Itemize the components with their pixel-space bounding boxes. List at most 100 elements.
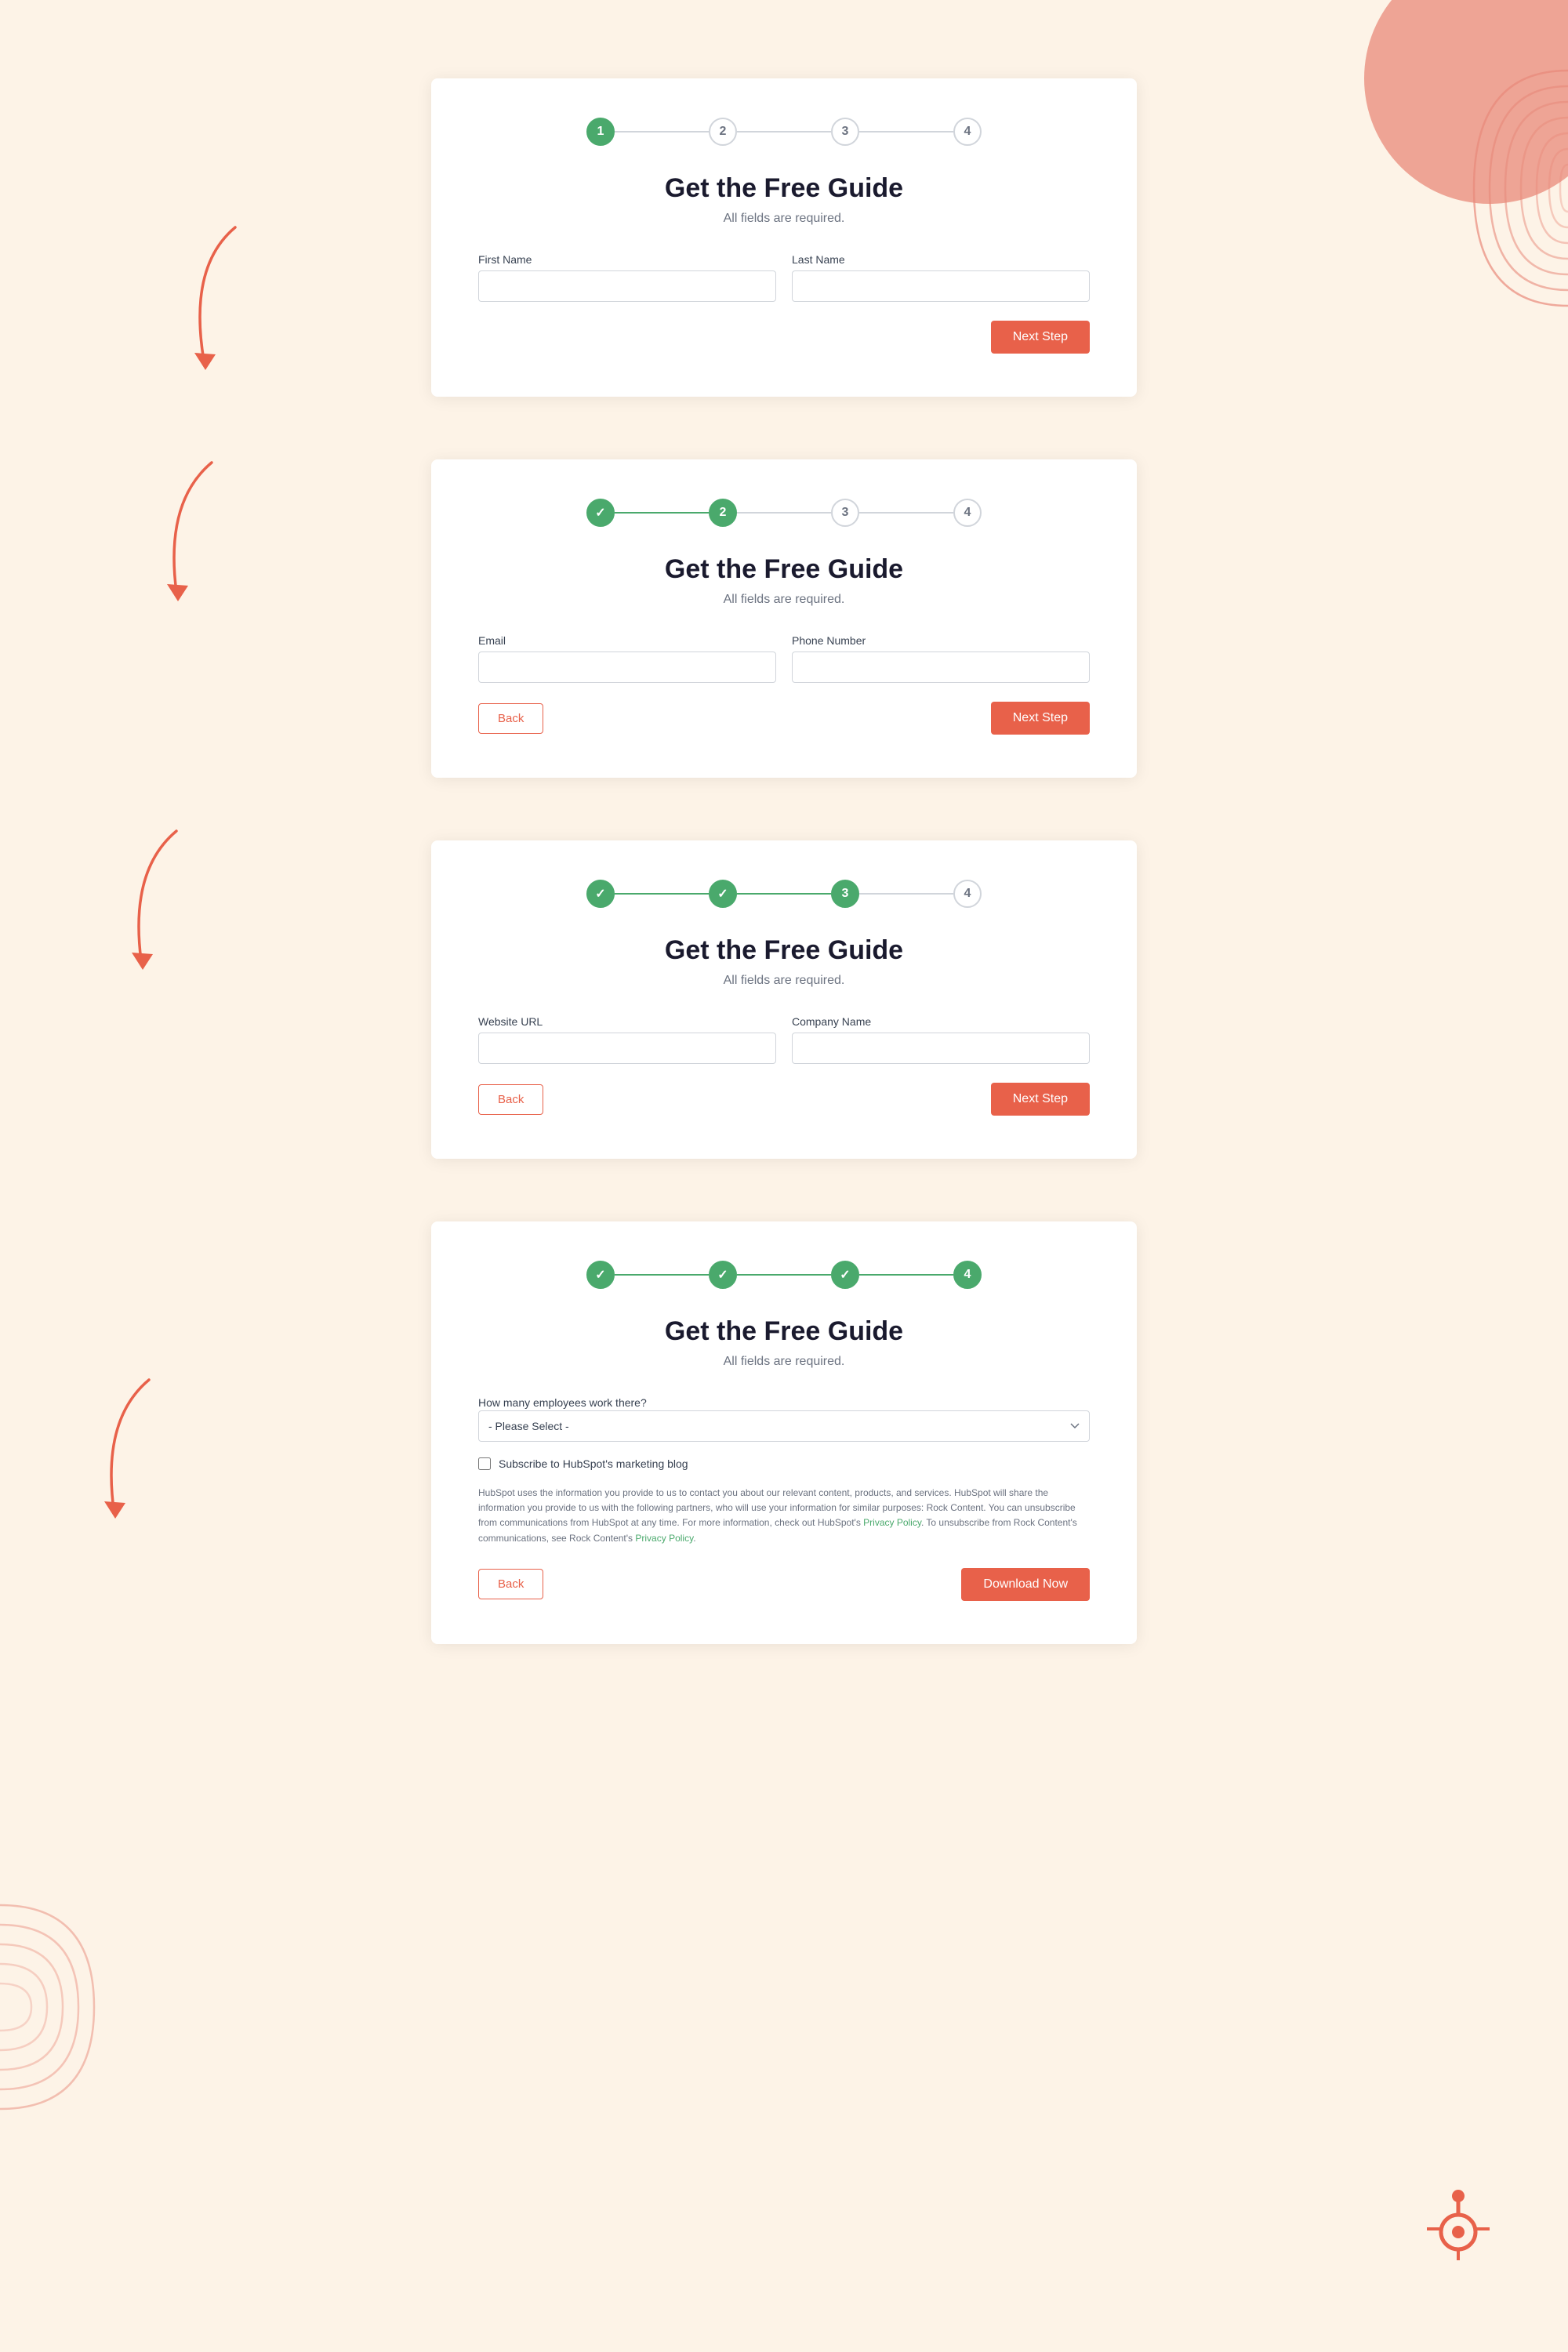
- form-card-step2: ✓ 2 3 4 Get the Free Guide All fields ar…: [431, 459, 1137, 778]
- next-button-3[interactable]: Next Step: [991, 1083, 1090, 1116]
- form-group-employees: How many employees work there? - Please …: [478, 1396, 1090, 1442]
- step4-dot-3: ✓: [831, 1261, 859, 1289]
- step2-line-2-3: [737, 512, 831, 514]
- step2-dot-4-label: 4: [964, 506, 971, 520]
- form-group-website: Website URL: [478, 1015, 776, 1064]
- step4-dot-1: ✓: [586, 1261, 615, 1289]
- form-group-company: Company Name: [792, 1015, 1090, 1064]
- step2-line-1-2: [615, 512, 709, 514]
- back-button-2[interactable]: Back: [478, 703, 543, 734]
- form-subtitle-4: All fields are required.: [478, 1355, 1090, 1369]
- privacy-link-1[interactable]: Privacy Policy: [863, 1517, 921, 1528]
- label-website: Website URL: [478, 1015, 776, 1028]
- form-group-phone: Phone Number: [792, 634, 1090, 683]
- step2-dot-1: ✓: [586, 499, 615, 527]
- input-company[interactable]: [792, 1033, 1090, 1064]
- form-row-3: Website URL Company Name: [478, 1015, 1090, 1064]
- form-actions-3: Back Next Step: [478, 1083, 1090, 1116]
- back-button-3[interactable]: Back: [478, 1084, 543, 1115]
- form-actions-4: Back Download Now: [478, 1568, 1090, 1601]
- step-dot-1-label: 1: [597, 125, 604, 139]
- step4-dot-2: ✓: [709, 1261, 737, 1289]
- form-title-3: Get the Free Guide: [478, 935, 1090, 966]
- checkbox-group-subscribe: Subscribe to HubSpot's marketing blog: [478, 1457, 1090, 1470]
- step-dot-3-label: 3: [842, 125, 849, 139]
- step3-dot-1-label: ✓: [595, 886, 605, 902]
- label-lastname: Last Name: [792, 253, 1090, 266]
- form-group-email: Email: [478, 634, 776, 683]
- form-card-step4: ✓ ✓ ✓ 4 Get the Free Guide All fields ar…: [431, 1221, 1137, 1644]
- deco-arches-left-bottom: [0, 1882, 172, 2274]
- step3-line-2-3: [737, 893, 831, 895]
- form-subtitle-3: All fields are required.: [478, 974, 1090, 988]
- step3-line-3-4: [859, 893, 953, 895]
- step-line-2-3: [737, 131, 831, 132]
- input-phone[interactable]: [792, 652, 1090, 683]
- step3-dot-2: ✓: [709, 880, 737, 908]
- step-dot-4: 4: [953, 118, 982, 146]
- form-title-4: Get the Free Guide: [478, 1316, 1090, 1347]
- form-group-firstname: First Name: [478, 253, 776, 302]
- form-card-step1: 1 2 3 4 Get the Free Guide All fields ar…: [431, 78, 1137, 397]
- step3-dot-2-label: ✓: [717, 886, 728, 902]
- form-actions-2: Back Next Step: [478, 702, 1090, 735]
- hubspot-logo: [1411, 2176, 1505, 2274]
- step4-dot-2-label: ✓: [717, 1267, 728, 1283]
- label-firstname: First Name: [478, 253, 776, 266]
- step3-dot-1: ✓: [586, 880, 615, 908]
- arrow-3: [125, 823, 204, 984]
- back-button-4[interactable]: Back: [478, 1569, 543, 1599]
- step4-line-2-3: [737, 1274, 831, 1276]
- step4-dot-4: 4: [953, 1261, 982, 1289]
- step-dot-4-label: 4: [964, 125, 971, 139]
- form-actions-1: Next Step: [478, 321, 1090, 354]
- arrow-4: [102, 1372, 180, 1533]
- input-website[interactable]: [478, 1033, 776, 1064]
- step4-line-1-2: [615, 1274, 709, 1276]
- step2-dot-2-label: 2: [720, 506, 727, 520]
- step-dot-2: 2: [709, 118, 737, 146]
- input-email[interactable]: [478, 652, 776, 683]
- input-lastname[interactable]: [792, 270, 1090, 302]
- step-dot-1: 1: [586, 118, 615, 146]
- step3-dot-4-label: 4: [964, 887, 971, 901]
- step2-dot-3-label: 3: [842, 506, 849, 520]
- label-phone: Phone Number: [792, 634, 1090, 647]
- form-subtitle-2: All fields are required.: [478, 593, 1090, 607]
- form-subtitle-1: All fields are required.: [478, 212, 1090, 226]
- form-card-step3: ✓ ✓ 3 4 Get the Free Guide All fields ar…: [431, 840, 1137, 1159]
- step3-dot-4: 4: [953, 880, 982, 908]
- label-employees: How many employees work there?: [478, 1396, 647, 1409]
- form-title-1: Get the Free Guide: [478, 173, 1090, 204]
- step2-dot-4: 4: [953, 499, 982, 527]
- step-indicator-4: ✓ ✓ ✓ 4: [478, 1261, 1090, 1289]
- step3-dot-3: 3: [831, 880, 859, 908]
- step-indicator-1: 1 2 3 4: [478, 118, 1090, 146]
- next-button-2[interactable]: Next Step: [991, 702, 1090, 735]
- step2-line-3-4: [859, 512, 953, 514]
- privacy-link-2[interactable]: Privacy Policy: [635, 1533, 693, 1544]
- form-group-lastname: Last Name: [792, 253, 1090, 302]
- privacy-text-3: .: [693, 1533, 695, 1544]
- step4-dot-1-label: ✓: [595, 1267, 605, 1283]
- page-wrapper: 1 2 3 4 Get the Free Guide All fields ar…: [0, 0, 1568, 2352]
- step3-line-1-2: [615, 893, 709, 895]
- input-firstname[interactable]: [478, 270, 776, 302]
- checkbox-subscribe[interactable]: [478, 1457, 491, 1470]
- next-button-1[interactable]: Next Step: [991, 321, 1090, 354]
- label-company: Company Name: [792, 1015, 1090, 1028]
- form-title-2: Get the Free Guide: [478, 554, 1090, 585]
- arrow-1: [172, 220, 267, 380]
- download-button[interactable]: Download Now: [961, 1568, 1090, 1601]
- form-row-2: Email Phone Number: [478, 634, 1090, 683]
- step4-dot-4-label: 4: [964, 1268, 971, 1282]
- deco-arches-right: [1396, 47, 1568, 517]
- step2-dot-3: 3: [831, 499, 859, 527]
- step4-line-3-4: [859, 1274, 953, 1276]
- step2-dot-2: 2: [709, 499, 737, 527]
- step-line-1-2: [615, 131, 709, 132]
- step-dot-3: 3: [831, 118, 859, 146]
- step-line-3-4: [859, 131, 953, 132]
- label-subscribe: Subscribe to HubSpot's marketing blog: [499, 1457, 688, 1470]
- select-employees[interactable]: - Please Select - 1-10 11-50 51-200 201-…: [478, 1410, 1090, 1442]
